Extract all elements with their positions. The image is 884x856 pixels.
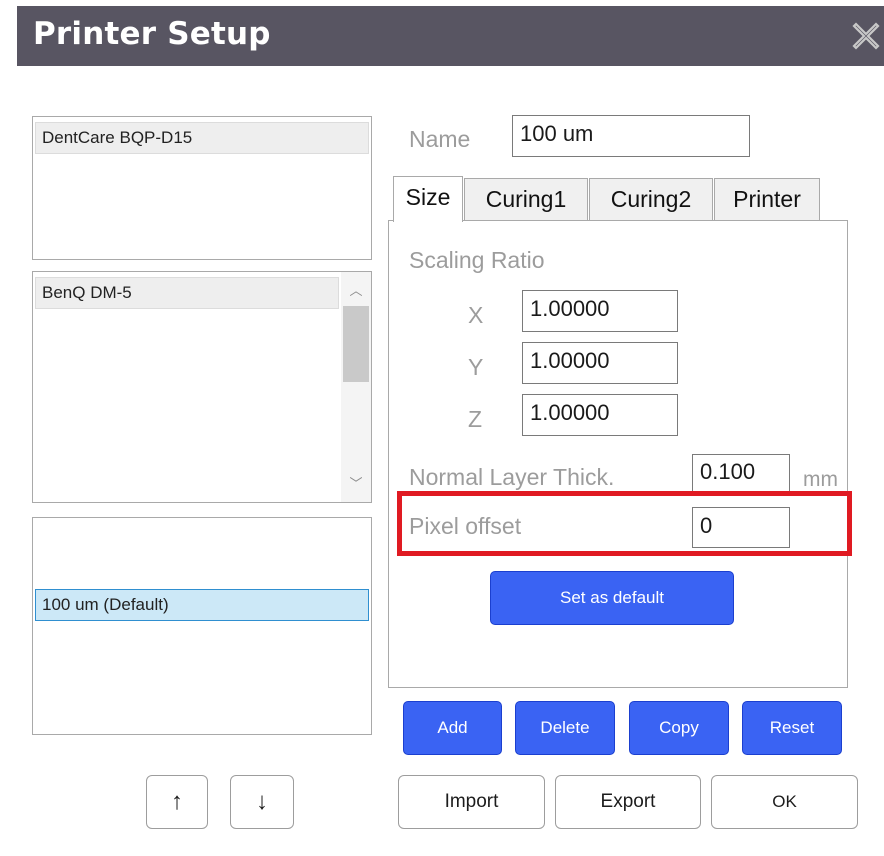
scaling-ratio-label: Scaling Ratio [409, 247, 545, 273]
manufacturer-list[interactable]: DentCare BQP-D15 [32, 116, 372, 260]
scale-y-input[interactable]: 1.00000 [522, 342, 678, 384]
title-bar: Printer Setup [17, 6, 884, 66]
import-button[interactable]: Import [398, 775, 545, 829]
move-up-button[interactable]: ↑ [146, 775, 208, 829]
scrollbar-thumb[interactable] [343, 306, 369, 382]
copy-button[interactable]: Copy [629, 701, 729, 755]
export-button[interactable]: Export [555, 775, 701, 829]
scroll-up-icon[interactable]: ︿ [341, 280, 371, 299]
profile-list[interactable]: 100 um (Default) [32, 517, 372, 735]
scale-x-input[interactable]: 1.00000 [522, 290, 678, 332]
add-button[interactable]: Add [403, 701, 502, 755]
x-label: X [468, 302, 484, 328]
close-icon[interactable] [849, 19, 883, 53]
layer-thickness-input[interactable]: 0.100 [692, 454, 790, 494]
list-item[interactable]: DentCare BQP-D15 [35, 122, 369, 154]
tab-curing2[interactable]: Curing2 [589, 178, 713, 220]
list-item[interactable]: BenQ DM-5 [35, 277, 339, 309]
pixel-offset-highlight [397, 491, 852, 556]
tab-curing1[interactable]: Curing1 [464, 178, 588, 220]
reset-button[interactable]: Reset [742, 701, 842, 755]
z-label: Z [468, 406, 483, 432]
tab-size[interactable]: Size [393, 176, 463, 222]
ok-button[interactable]: OK [711, 775, 858, 829]
name-label: Name [409, 126, 471, 152]
set-as-default-button[interactable]: Set as default [490, 571, 734, 625]
tab-printer[interactable]: Printer [714, 178, 820, 220]
model-list[interactable]: BenQ DM-5 ︿ ﹀ [32, 271, 372, 503]
y-label: Y [468, 354, 484, 380]
model-list-scrollbar[interactable]: ︿ ﹀ [341, 272, 371, 502]
layer-thickness-label: Normal Layer Thick. [409, 464, 615, 490]
scroll-down-icon[interactable]: ﹀ [341, 473, 371, 492]
layer-unit-label: mm [803, 468, 838, 491]
name-input[interactable]: 100 um [512, 115, 750, 157]
window-title: Printer Setup [33, 16, 271, 52]
move-down-button[interactable]: ↓ [230, 775, 294, 829]
delete-button[interactable]: Delete [515, 701, 615, 755]
list-item-selected[interactable]: 100 um (Default) [35, 589, 369, 621]
scale-z-input[interactable]: 1.00000 [522, 394, 678, 436]
